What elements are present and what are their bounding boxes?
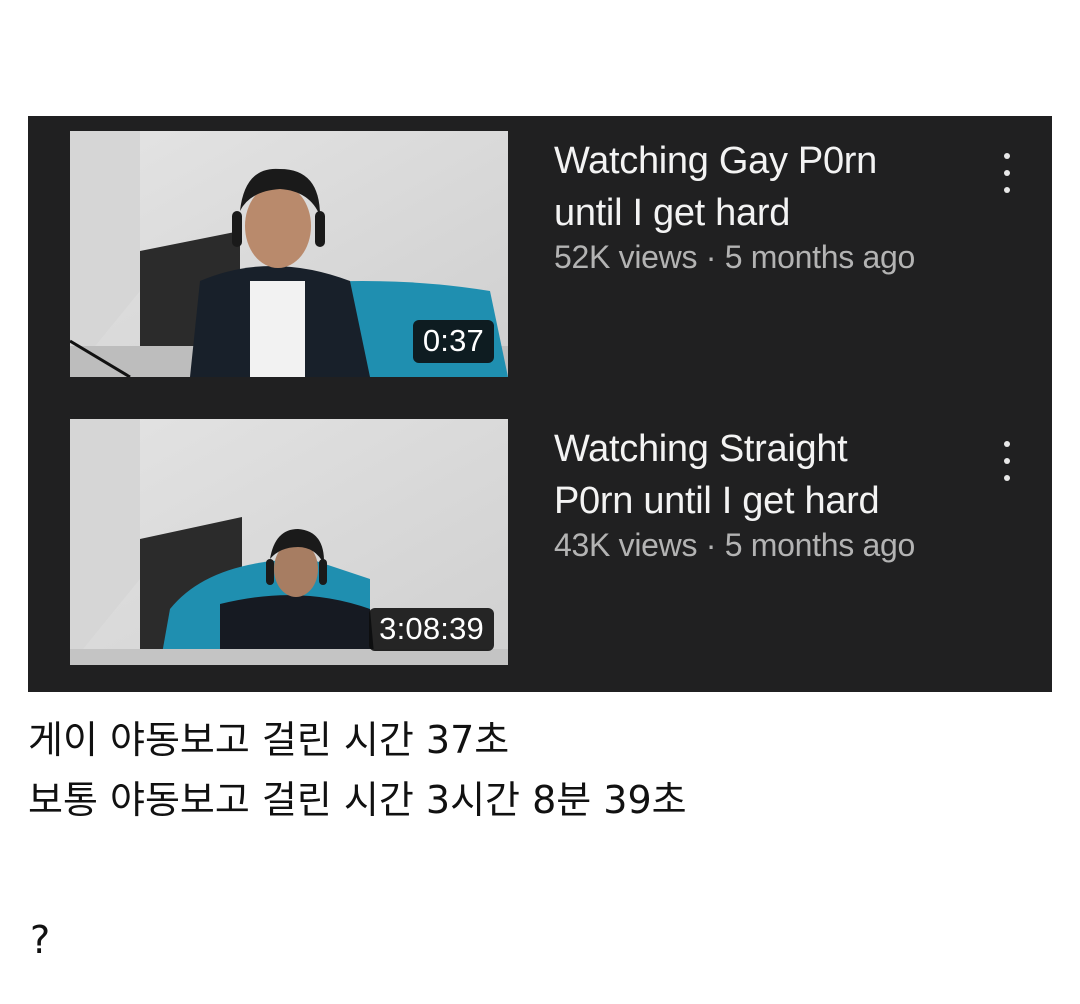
video-thumbnail[interactable]: 0:37 [70, 131, 508, 377]
question-mark: ? [30, 918, 51, 962]
title-line: Watching Straight [554, 428, 848, 470]
video-thumbnail[interactable]: 3:08:39 [70, 419, 508, 665]
caption-line: 보통 야동보고 걸린 시간 3시간 8분 39초 [28, 778, 687, 822]
upload-age: 5 months ago [724, 239, 916, 275]
more-vert-icon[interactable] [1000, 153, 1014, 193]
title-line: until I get hard [554, 192, 791, 234]
video-meta: Watching Gay P0rn until I get hard 52K v… [554, 135, 974, 277]
caption-line: 게이 야동보고 걸린 시간 37초 [28, 718, 510, 762]
duration-badge: 3:08:39 [369, 608, 494, 651]
post-caption: 게이 야동보고 걸린 시간 37초 보통 야동보고 걸린 시간 3시간 8분 3… [28, 710, 687, 830]
upload-age: 5 months ago [724, 527, 916, 563]
view-count: 43K views [554, 527, 698, 563]
video-list: 0:37 Watching Gay P0rn until I get hard … [28, 116, 1052, 692]
duration-badge: 0:37 [412, 320, 494, 363]
video-title[interactable]: Watching Straight P0rn until I get hard [554, 423, 974, 527]
stats-separator: · [705, 239, 717, 275]
video-stats: 43K views · 5 months ago [554, 525, 974, 565]
video-stats: 52K views · 5 months ago [554, 237, 974, 277]
title-line: P0rn until I get hard [554, 480, 880, 522]
video-item[interactable]: 0:37 Watching Gay P0rn until I get hard … [28, 131, 1052, 377]
title-line: Watching Gay P0rn [554, 140, 877, 182]
more-vert-icon[interactable] [1000, 441, 1014, 481]
video-title[interactable]: Watching Gay P0rn until I get hard [554, 135, 974, 239]
view-count: 52K views [554, 239, 698, 275]
video-item[interactable]: 3:08:39 Watching Straight P0rn until I g… [28, 419, 1052, 665]
video-meta: Watching Straight P0rn until I get hard … [554, 423, 974, 565]
stats-separator: · [705, 527, 717, 563]
